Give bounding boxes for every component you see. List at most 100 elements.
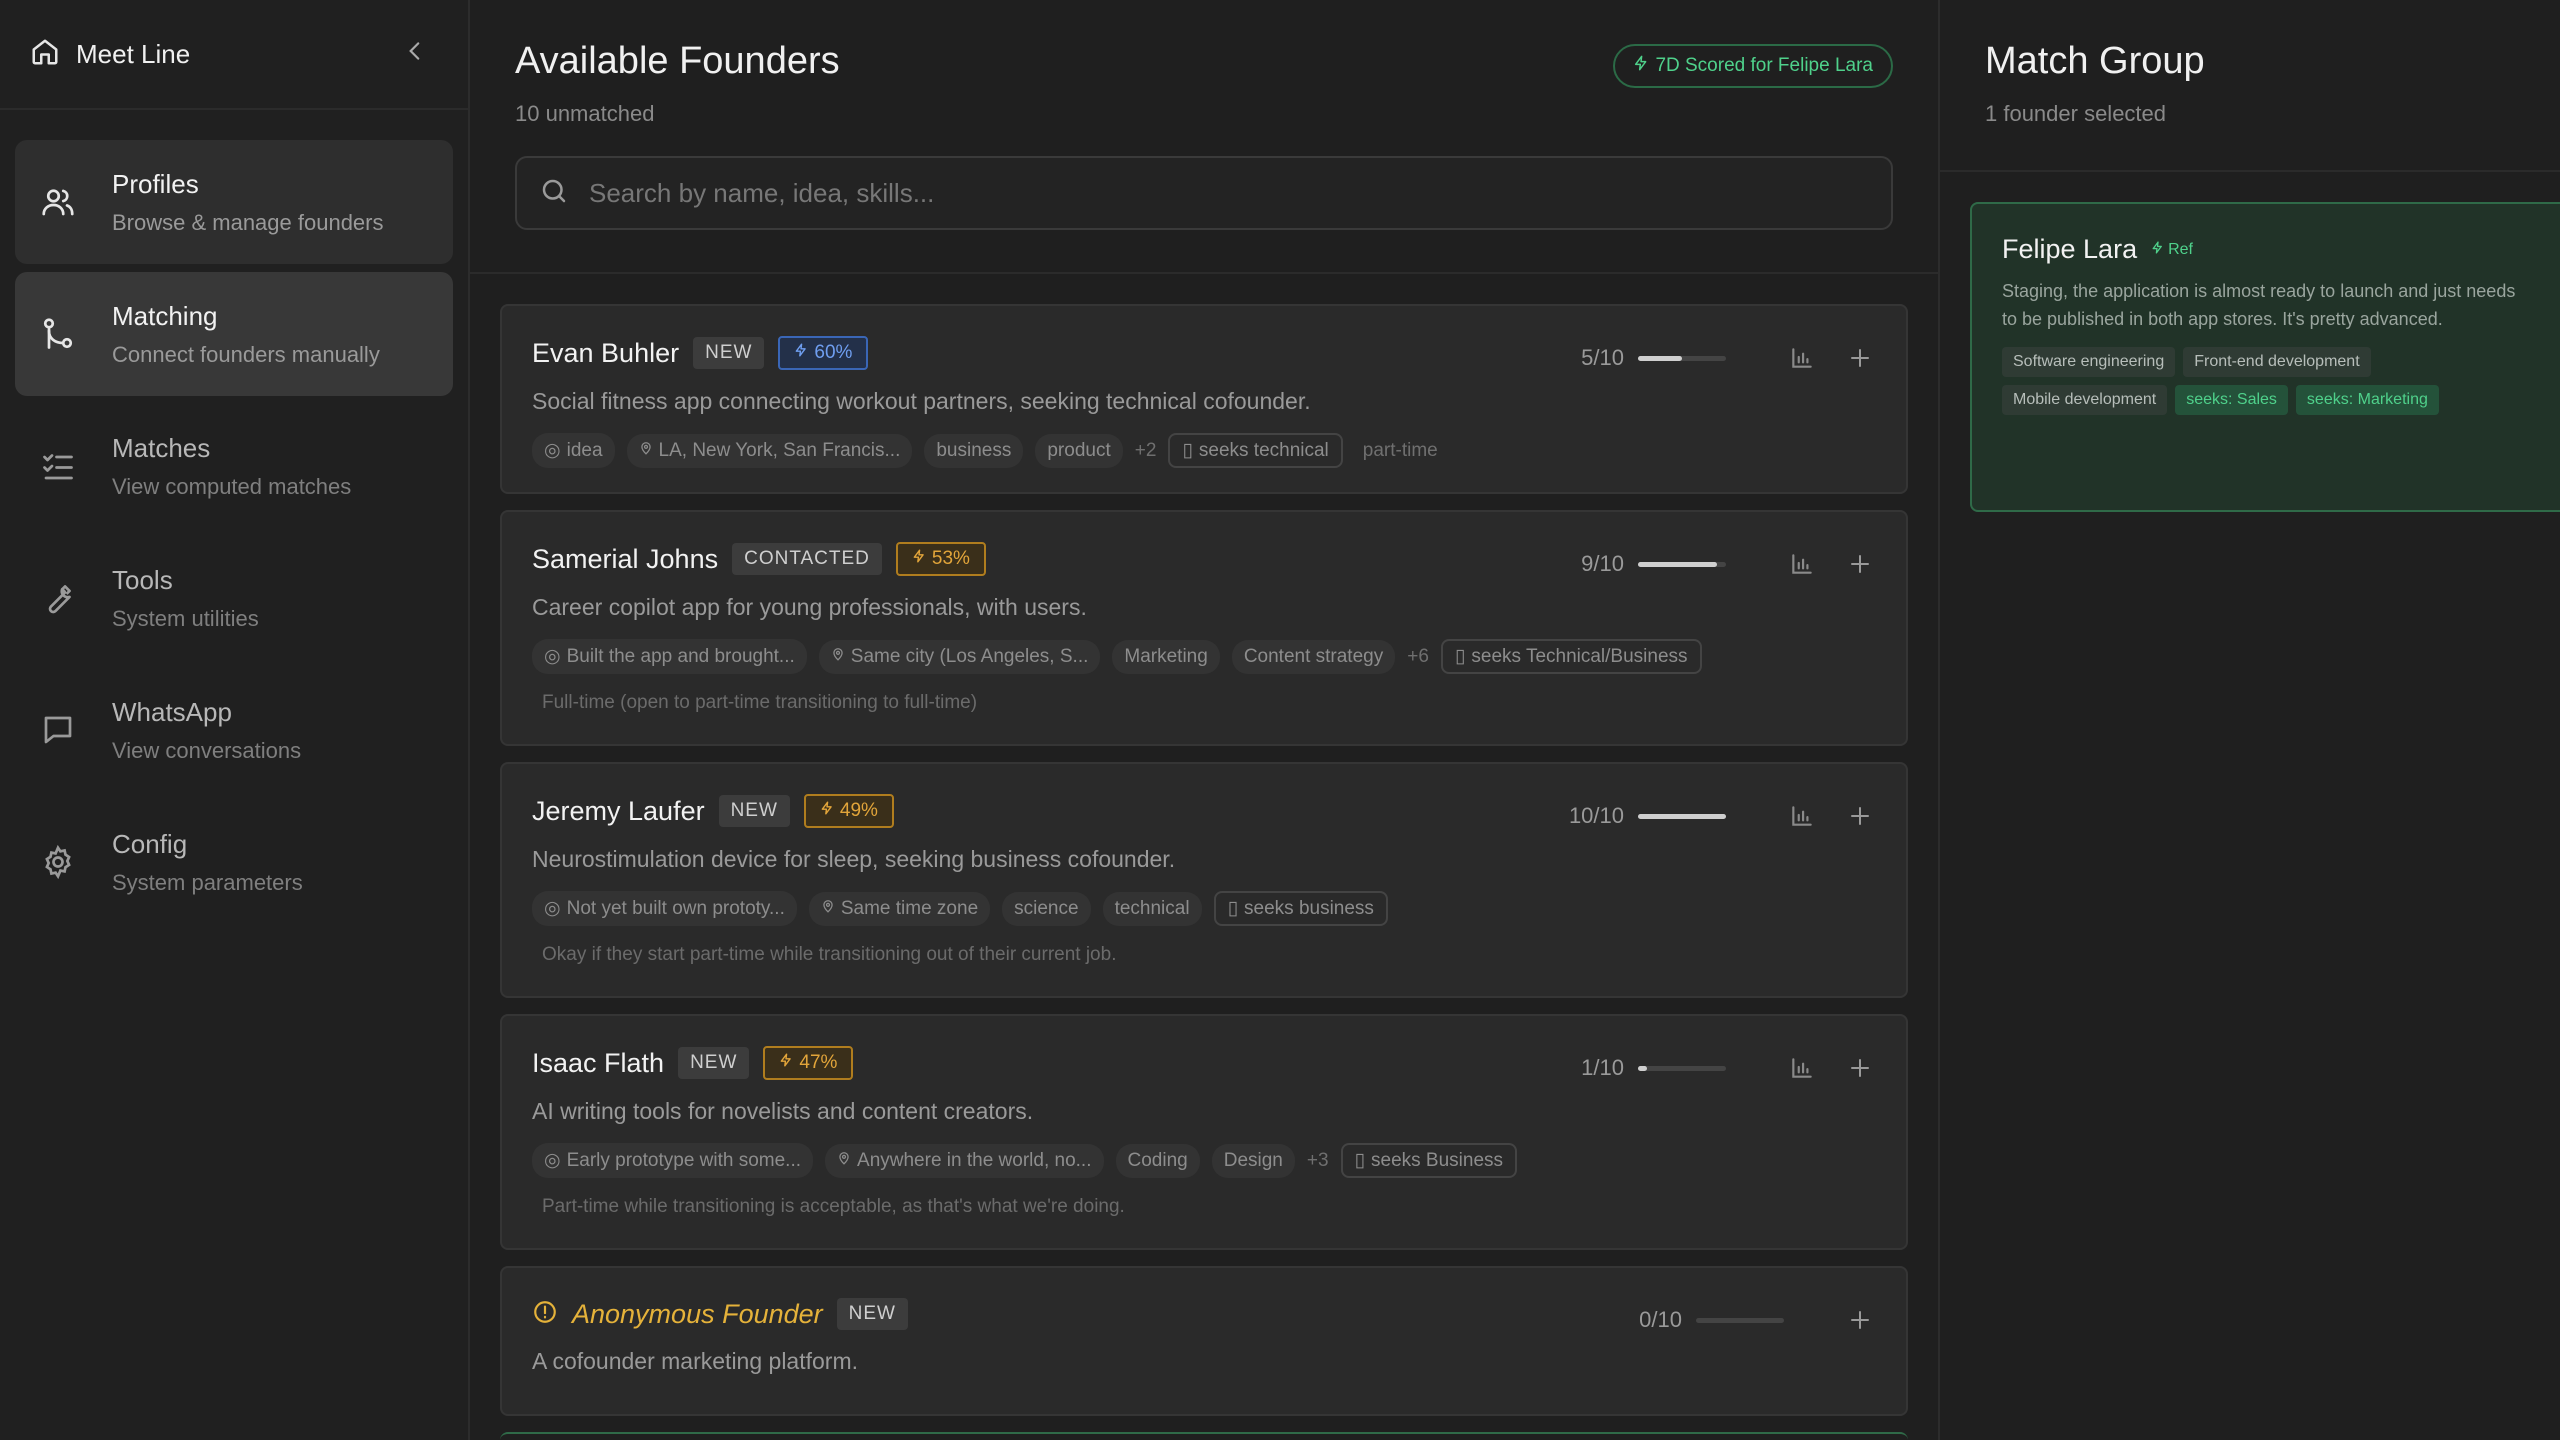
lightning-icon [794, 342, 808, 364]
gear-icon [40, 844, 76, 880]
sidebar-item-config[interactable]: Config System parameters [15, 800, 453, 924]
seeks-chip: ▯ seeks technical [1168, 433, 1343, 468]
selected-founder-card[interactable]: Felipe Lara Ref Staging, the application… [1970, 202, 2560, 512]
sidebar-nav: Profiles Browse & manage founders Matchi… [0, 110, 468, 962]
scored-badge-label: 7D Scored for Felipe Lara [1655, 55, 1873, 76]
score-badge: 60% [778, 336, 869, 370]
sidebar-item-whatsapp[interactable]: WhatsApp View conversations [15, 668, 453, 792]
skill-chip: Front-end development [2183, 347, 2371, 377]
score-value: 60% [814, 342, 853, 363]
sidebar-item-tools[interactable]: Tools System utilities [15, 536, 453, 660]
home-icon[interactable] [30, 37, 60, 72]
stage-label: Not yet built own prototy... [566, 897, 785, 919]
add-to-group-button[interactable] [1844, 1052, 1876, 1084]
scored-badge[interactable]: 7D Scored for Felipe Lara [1613, 44, 1893, 88]
founder-name: Samerial Johns [532, 543, 719, 574]
more-skills-count: +2 [1134, 439, 1157, 461]
rating-bar [1638, 1065, 1726, 1071]
founder-list: Evan Buhler NEW 60% Social fitness app c… [470, 274, 1938, 1416]
founder-name: Evan Buhler [532, 337, 680, 368]
add-to-group-button[interactable] [1844, 800, 1876, 832]
add-to-group-button[interactable] [1844, 548, 1876, 580]
seeks-chip: seeks: Marketing [2295, 385, 2439, 415]
target-icon: ◎ [544, 898, 561, 919]
lightning-icon [779, 1052, 793, 1074]
seeks-label: seeks technical [1198, 439, 1329, 461]
app-root: Meet Line Profiles Browse & manage found… [0, 0, 2560, 1440]
score-value: 53% [931, 548, 970, 569]
sidebar-item-matches[interactable]: Matches View computed matches [15, 404, 453, 528]
founder-card[interactable]: Evan Buhler NEW 60% Social fitness app c… [500, 304, 1908, 494]
skill-chip: technical [1102, 891, 1202, 926]
card-actions: 10/10 [1554, 800, 1876, 832]
founder-name: Anonymous Founder [572, 1298, 823, 1329]
briefcase-icon: ▯ [1354, 1150, 1366, 1171]
checklist-icon [40, 448, 76, 484]
selected-founder-description: Staging, the application is almost ready… [2002, 281, 2516, 329]
founder-card[interactable]: Isaac Flath NEW 47% AI writing tools for… [500, 1014, 1908, 1250]
rating-value: 1/10 [1581, 1055, 1624, 1080]
add-to-group-button[interactable] [1844, 1304, 1876, 1336]
founder-name: Jeremy Laufer [532, 795, 705, 826]
rating-bar [1638, 561, 1726, 567]
sidebar-item-subtitle: System utilities [112, 605, 259, 631]
status-badge: CONTACTED [732, 543, 882, 575]
lightning-icon [1633, 54, 1649, 78]
bar-chart-icon[interactable] [1786, 342, 1818, 374]
search-box[interactable] [515, 156, 1893, 230]
seeks-chip: ▯ seeks Business [1340, 1143, 1518, 1178]
chevron-left-icon[interactable] [402, 38, 428, 69]
search-icon [539, 176, 569, 211]
selected-count: 1 founder selected [1985, 101, 2167, 126]
rating-bar [1638, 813, 1726, 819]
target-icon: ◎ [544, 646, 561, 667]
founder-card[interactable]: Samerial Johns CONTACTED 53% Career copi… [500, 510, 1908, 746]
location-label: Same city (Los Angeles, S... [850, 645, 1089, 667]
bar-chart-icon[interactable] [1786, 1052, 1818, 1084]
status-badge: NEW [718, 795, 790, 827]
sidebar-item-title: WhatsApp [112, 696, 232, 727]
location-pin-icon [821, 898, 835, 920]
location-pin-icon [831, 646, 845, 668]
founder-note: Full-time (open to part-time transitioni… [542, 692, 978, 713]
rating-bar-fill [1638, 561, 1718, 567]
sidebar-item-title: Matching [112, 300, 218, 331]
founder-tags: ◎ Built the app and brought... Same city … [532, 639, 1876, 674]
alert-circle-icon [532, 1299, 558, 1330]
wrench-icon [40, 580, 76, 616]
skill-chip: business [924, 433, 1024, 468]
sidebar-item-title: Profiles [112, 168, 199, 199]
chat-bubble-icon [40, 712, 76, 748]
seeks-chip: ▯ seeks Technical/Business [1440, 639, 1702, 674]
bar-chart-icon[interactable] [1786, 548, 1818, 580]
bar-chart-icon[interactable] [1786, 800, 1818, 832]
location-pin-icon [639, 440, 653, 462]
briefcase-icon: ▯ [1454, 646, 1466, 667]
founder-note: Part-time while transitioning is accepta… [542, 1196, 1125, 1217]
lightning-icon [820, 800, 834, 822]
sidebar-header: Meet Line [0, 0, 468, 110]
skill-chip: Design [1211, 1143, 1295, 1178]
founder-card[interactable]: Jeremy Laufer NEW 49% Neurostimulation d… [500, 762, 1908, 998]
add-to-group-button[interactable] [1844, 342, 1876, 374]
search-input[interactable] [589, 177, 1869, 209]
sidebar-item-subtitle: View computed matches [112, 473, 352, 499]
skill-chip: Software engineering [2002, 347, 2176, 377]
card-actions: 0/10 [1612, 1304, 1876, 1336]
score-badge: 53% [895, 542, 986, 576]
sidebar-item-subtitle: Browse & manage founders [112, 209, 384, 235]
stage-label: idea [566, 439, 603, 461]
next-card-edge [500, 1432, 1908, 1440]
rating-value: 5/10 [1581, 345, 1624, 370]
sidebar-item-subtitle: Connect founders manually [112, 341, 380, 367]
sidebar: Meet Line Profiles Browse & manage found… [0, 0, 470, 1440]
location-chip: Same city (Los Angeles, S... [818, 639, 1101, 674]
status-badge: NEW [693, 337, 765, 369]
score-badge: 47% [763, 1046, 854, 1080]
sidebar-item-matching[interactable]: Matching Connect founders manually [15, 272, 453, 396]
status-badge: NEW [836, 1298, 908, 1330]
sidebar-item-profiles[interactable]: Profiles Browse & manage founders [15, 140, 453, 264]
founder-card[interactable]: Anonymous Founder NEW A cofounder market… [500, 1266, 1908, 1416]
target-icon: ◎ [544, 1150, 561, 1171]
skill-chip: science [1002, 891, 1091, 926]
